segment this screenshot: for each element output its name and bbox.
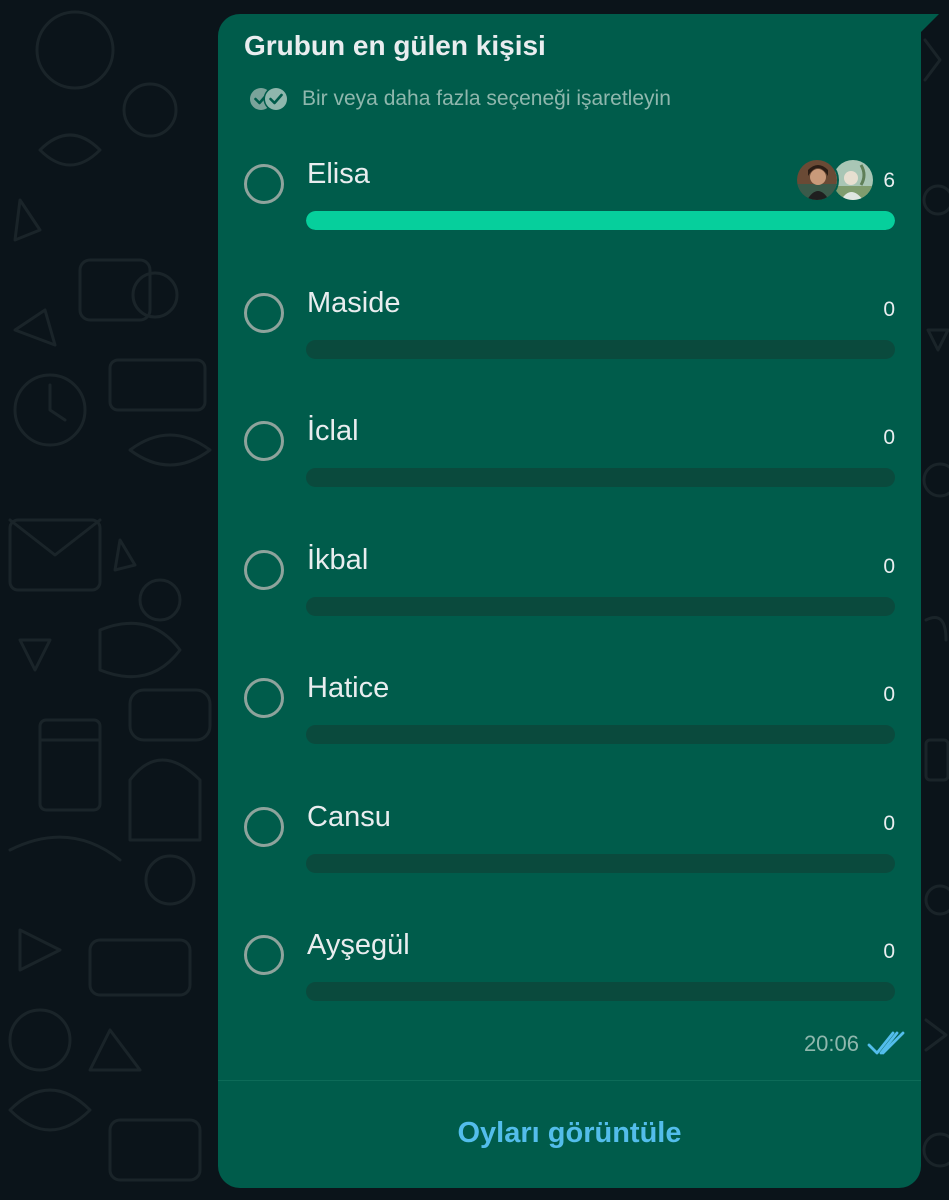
bubble-tail bbox=[915, 14, 939, 38]
option-label: İclal bbox=[307, 415, 359, 447]
vote-count: 0 bbox=[883, 554, 895, 578]
vote-progress-bar bbox=[306, 853, 895, 873]
option-radio-button[interactable] bbox=[244, 164, 284, 204]
poll-option[interactable]: Maside 0 bbox=[218, 283, 921, 412]
option-radio-button[interactable] bbox=[244, 678, 284, 718]
vote-progress-bar bbox=[306, 468, 895, 487]
vote-count: 0 bbox=[883, 683, 895, 706]
vote-progress-bar bbox=[306, 596, 895, 616]
poll-options: Elisa 6 Maside 0 İclal 0 İkbal 0 Hatice … bbox=[218, 154, 921, 1054]
view-votes-button[interactable]: Oyları görüntüle bbox=[218, 1081, 921, 1186]
vote-progress-bar bbox=[306, 725, 895, 744]
vote-progress-fill bbox=[306, 211, 895, 230]
poll-selection-hint: Bir veya daha fazla seçeneği işaretleyin bbox=[248, 84, 671, 114]
poll-option[interactable]: Cansu 0 bbox=[218, 797, 921, 926]
option-label: Elisa bbox=[307, 158, 370, 190]
option-radio-button[interactable] bbox=[244, 806, 284, 847]
poll-option[interactable]: Hatice 0 bbox=[218, 668, 921, 797]
poll-option[interactable]: Elisa 6 bbox=[218, 154, 921, 283]
poll-message-bubble: Grubun en gülen kişisi Bir veya daha faz… bbox=[218, 14, 939, 1188]
vote-count: 0 bbox=[883, 297, 895, 321]
vote-progress-bar bbox=[306, 982, 895, 1001]
vote-count: 0 bbox=[883, 940, 895, 963]
option-radio-button[interactable] bbox=[244, 421, 284, 461]
option-label: Ayşegül bbox=[307, 929, 410, 961]
option-radio-button[interactable] bbox=[244, 292, 284, 333]
option-radio-button[interactable] bbox=[244, 935, 284, 975]
vote-count: 6 bbox=[883, 169, 895, 192]
message-meta: 20:06 bbox=[804, 1026, 907, 1062]
vote-count: 0 bbox=[883, 426, 895, 449]
option-radio-button[interactable] bbox=[244, 549, 284, 590]
poll-option[interactable]: İclal 0 bbox=[218, 411, 921, 540]
option-label: Hatice bbox=[307, 672, 390, 704]
option-label: İkbal bbox=[307, 543, 369, 576]
vote-count: 0 bbox=[883, 811, 895, 835]
option-label: Maside bbox=[307, 286, 401, 319]
message-time: 20:06 bbox=[803, 1031, 859, 1056]
voter-avatar bbox=[795, 158, 839, 202]
poll-subtitle: Bir veya daha fazla seçeneği işaretleyin bbox=[302, 87, 671, 110]
poll-option[interactable]: İkbal 0 bbox=[218, 540, 921, 669]
double-check-read-icon bbox=[867, 1031, 905, 1055]
vote-progress-bar bbox=[306, 211, 895, 230]
voter-avatars[interactable] bbox=[795, 158, 875, 204]
option-label: Cansu bbox=[307, 800, 391, 833]
vote-progress-bar bbox=[306, 339, 895, 359]
double-check-circles-icon bbox=[250, 86, 289, 112]
poll-title: Grubun en gülen kişisi bbox=[244, 30, 546, 61]
